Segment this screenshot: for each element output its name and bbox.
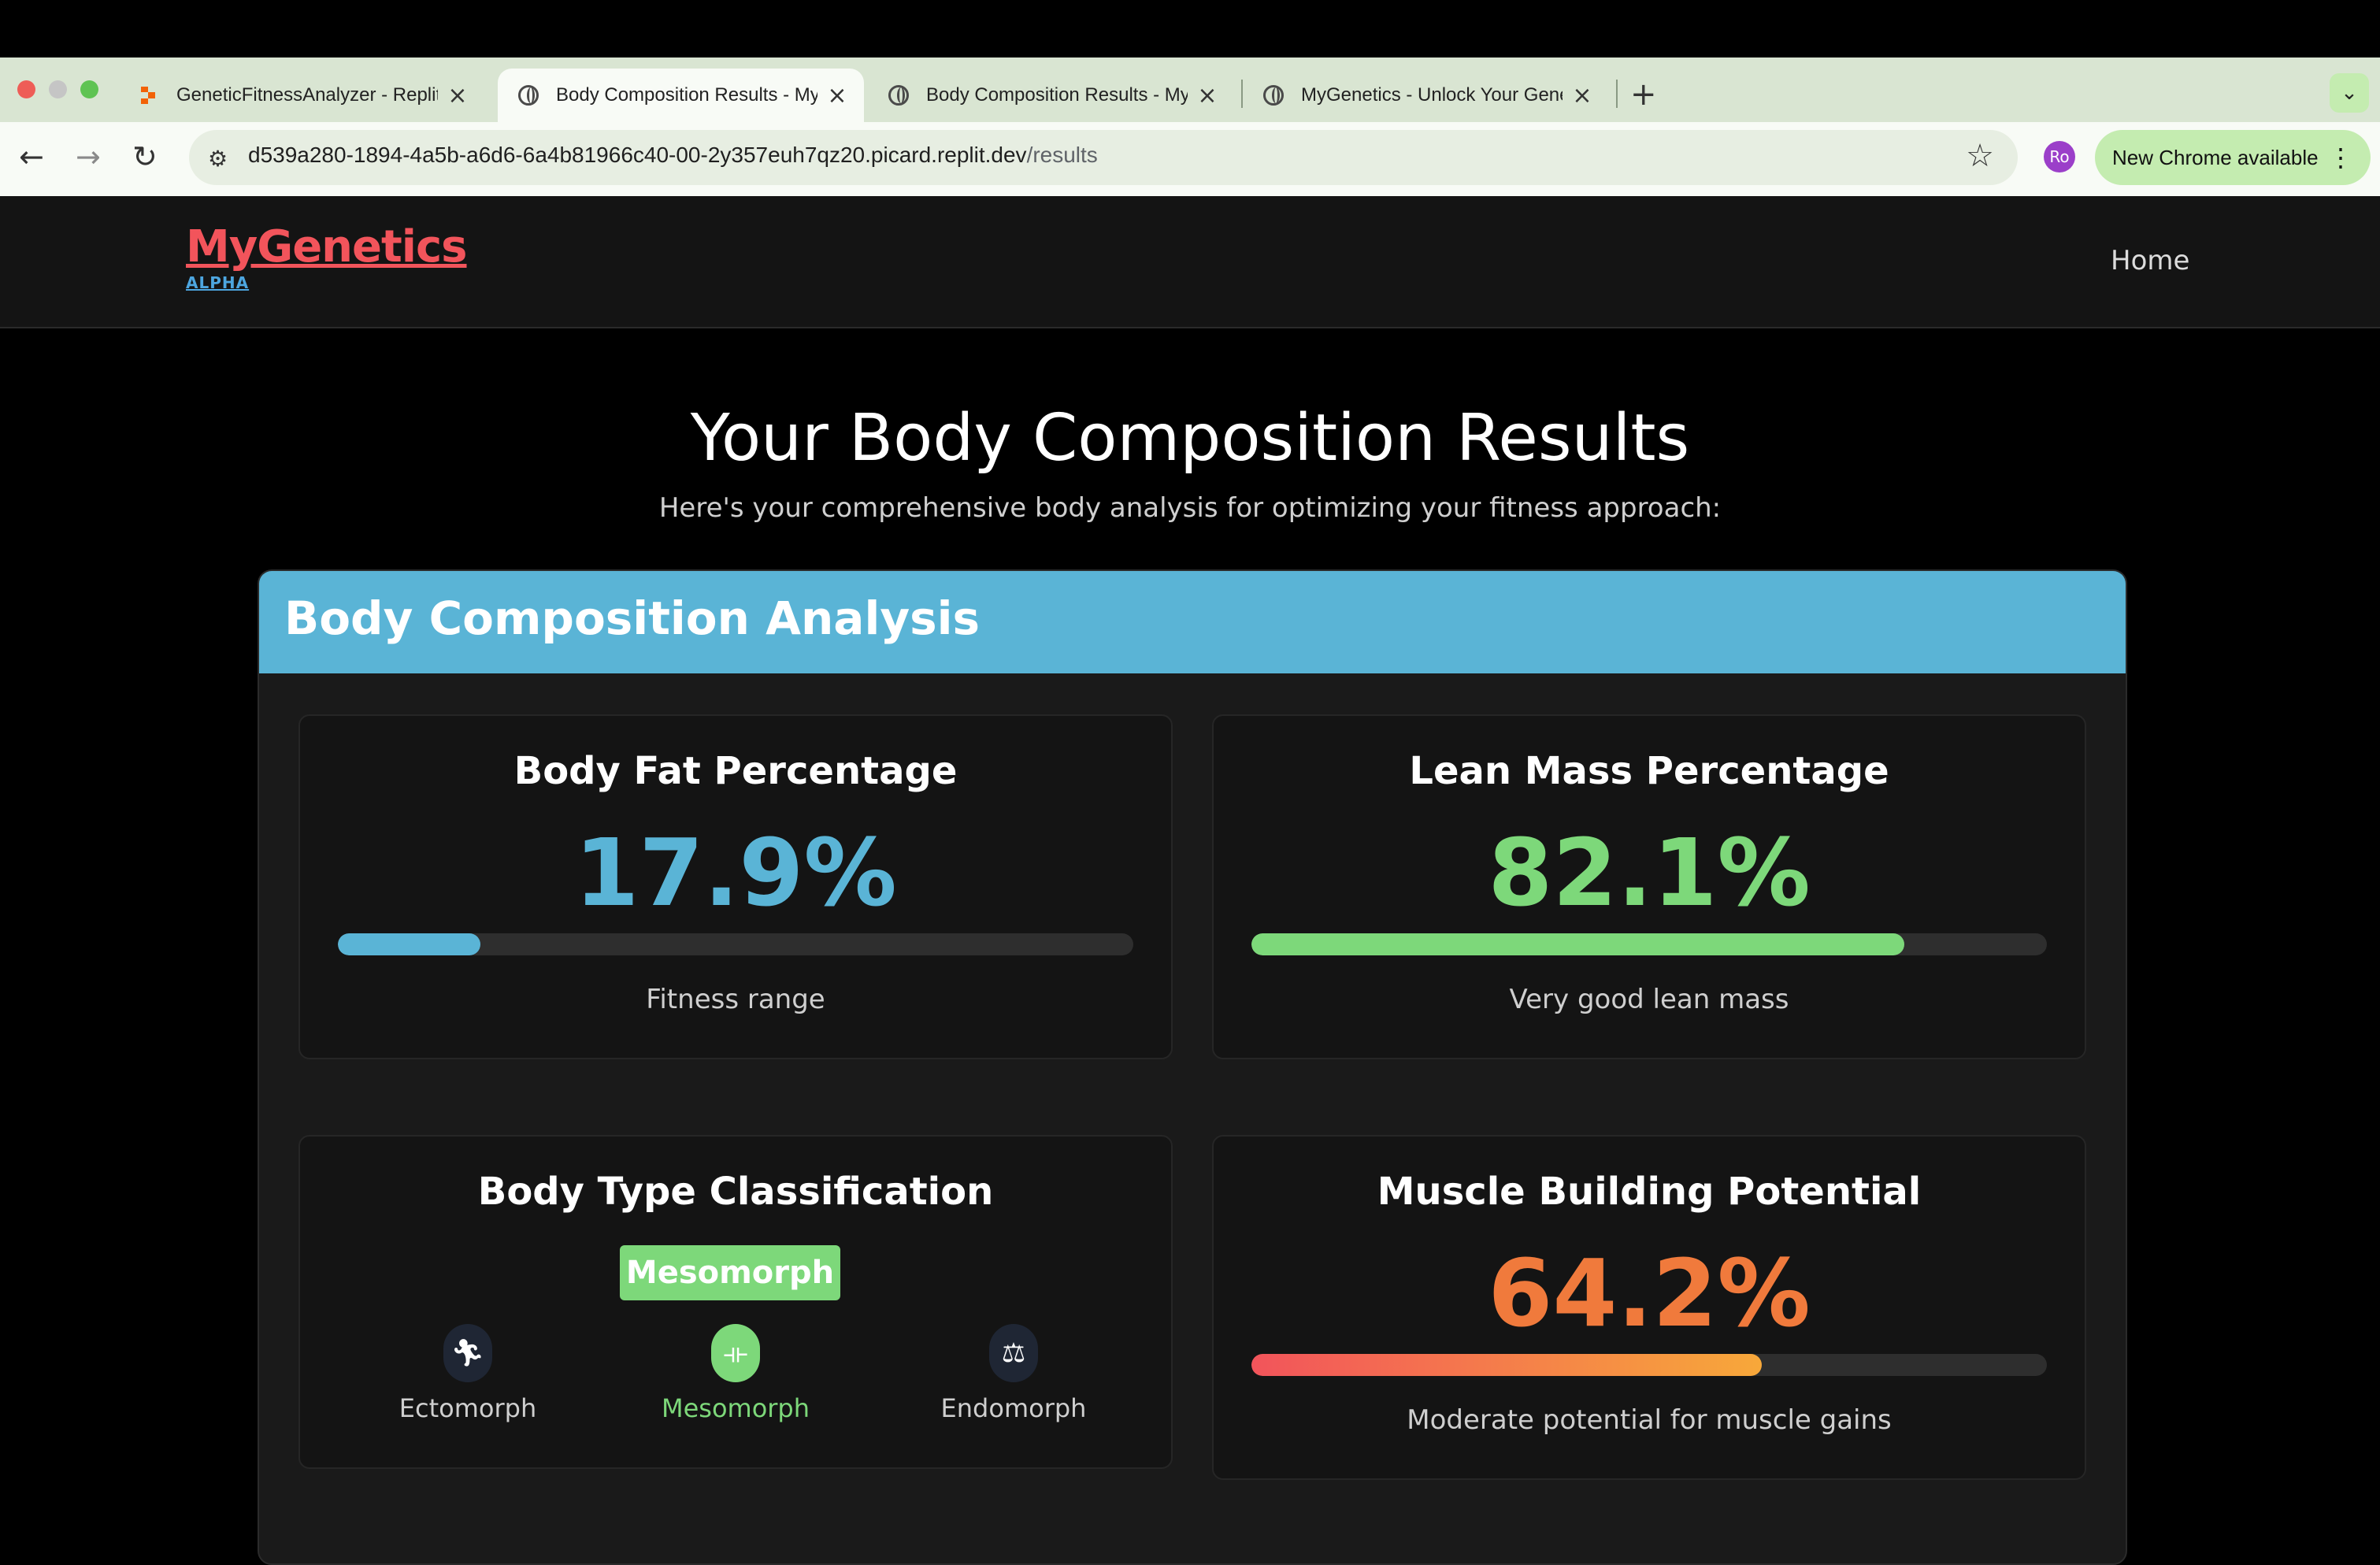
progress-fill xyxy=(1251,933,1905,955)
globe-icon xyxy=(888,85,909,106)
screen-top-bar xyxy=(0,0,2380,57)
card-title: Body Fat Percentage xyxy=(513,749,958,793)
progress-fill xyxy=(1251,1354,1763,1376)
tab-mygenetics[interactable]: MyGenetics - Unlock Your Genetic × xyxy=(1243,69,1609,122)
maximize-window-button[interactable] xyxy=(80,80,98,98)
card-title: Lean Mass Percentage xyxy=(1409,749,1889,793)
forward-arrow-icon[interactable]: → xyxy=(76,139,101,174)
bookmark-star-icon[interactable]: ☆ xyxy=(1966,138,1994,174)
panel-header: Body Composition Analysis xyxy=(259,571,2126,673)
globe-icon xyxy=(518,85,539,106)
more-menu-icon: ⋮ xyxy=(2328,143,2353,172)
card-title: Muscle Building Potential xyxy=(1377,1170,1922,1214)
page-title: Your Body Composition Results xyxy=(690,401,1690,476)
reload-icon[interactable]: ↻ xyxy=(132,139,158,174)
body-type-label: Endomorph xyxy=(940,1393,1087,1423)
tab-separator xyxy=(1616,80,1618,108)
tab-body-composition[interactable]: Body Composition Results - MyGenetics × xyxy=(868,69,1234,122)
body-type-mesomorph: ⟛ Mesomorph xyxy=(641,1324,830,1423)
site-info-icon[interactable]: ⚙ xyxy=(208,146,228,172)
tab-close-icon[interactable]: × xyxy=(1570,82,1594,109)
site-logo[interactable]: MyGenetics xyxy=(186,221,468,273)
tab-replit[interactable]: GeneticFitnessAnalyzer - Replit × xyxy=(118,69,488,122)
running-person-icon: 🏃︎ xyxy=(443,1324,492,1382)
window-controls xyxy=(17,80,98,98)
tab-title: Body Composition Results - MyGenetics xyxy=(926,84,1188,106)
replit-icon xyxy=(139,85,159,106)
body-fat-value: 17.9% xyxy=(574,818,897,927)
browser-chrome: GeneticFitnessAnalyzer - Replit × Body C… xyxy=(0,57,2380,196)
alpha-badge: ALPHA xyxy=(186,273,250,292)
muscle-potential-note: Moderate potential for muscle gains xyxy=(1407,1404,1892,1436)
tab-title: Body Composition Results - MyGenetics xyxy=(556,84,817,106)
tab-strip: GeneticFitnessAnalyzer - Replit × Body C… xyxy=(0,57,2380,122)
body-type-endomorph: ⚖ Endomorph xyxy=(919,1324,1108,1423)
tab-close-icon[interactable]: × xyxy=(825,82,849,109)
page-subtitle: Here's your comprehensive body analysis … xyxy=(658,492,1722,524)
address-bar[interactable]: ⚙ d539a280-1894-4a5b-a6d6-6a4b81966c40-0… xyxy=(189,130,2018,185)
muscle-potential-progress-bar xyxy=(1251,1354,2047,1376)
lean-mass-card: Lean Mass Percentage 82.1% Very good lea… xyxy=(1212,714,2086,1059)
profile-avatar[interactable]: Ro xyxy=(2044,141,2075,172)
muscle-potential-value: 64.2% xyxy=(1488,1239,1811,1348)
body-type-card: Body Type Classification Mesomorph 🏃︎ Ec… xyxy=(298,1135,1173,1469)
tab-title: GeneticFitnessAnalyzer - Replit xyxy=(176,84,438,106)
update-label: New Chrome available xyxy=(2112,146,2319,169)
web-page: MyGenetics ALPHA Home Your Body Composit… xyxy=(0,196,2380,1565)
tab-title: MyGenetics - Unlock Your Genetic xyxy=(1301,84,1563,106)
new-tab-button[interactable]: + xyxy=(1630,76,1657,113)
close-window-button[interactable] xyxy=(17,80,35,98)
url-host: d539a280-1894-4a5b-a6d6-6a4b81966c40-00-… xyxy=(248,143,1027,167)
body-fat-card: Body Fat Percentage 17.9% Fitness range xyxy=(298,714,1173,1059)
minimize-window-button[interactable] xyxy=(49,80,67,98)
nav-home-link[interactable]: Home xyxy=(2111,245,2189,276)
tab-search-button[interactable]: ⌄ xyxy=(2330,73,2369,113)
site-header: MyGenetics ALPHA Home xyxy=(0,196,2380,328)
body-fat-note: Fitness range xyxy=(646,984,825,1015)
back-arrow-icon[interactable]: ← xyxy=(19,139,44,174)
progress-fill xyxy=(338,933,480,955)
panel-title: Body Composition Analysis xyxy=(284,592,981,645)
body-type-label: Ectomorph xyxy=(399,1393,537,1423)
muscle-potential-card: Muscle Building Potential 64.2% Moderate… xyxy=(1212,1135,2086,1480)
lean-mass-value: 82.1% xyxy=(1488,818,1811,927)
card-title: Body Type Classification xyxy=(477,1170,994,1214)
body-type-label: Mesomorph xyxy=(661,1393,810,1423)
body-fat-progress-bar xyxy=(338,933,1133,955)
url-text: d539a280-1894-4a5b-a6d6-6a4b81966c40-00-… xyxy=(248,143,1098,168)
tab-close-icon[interactable]: × xyxy=(446,82,469,109)
weight-scale-icon: ⚖ xyxy=(989,1324,1038,1382)
globe-icon xyxy=(1263,85,1284,106)
analysis-panel: Body Composition Analysis Body Fat Perce… xyxy=(258,569,2127,1565)
browser-toolbar: ← → ↻ ⚙ d539a280-1894-4a5b-a6d6-6a4b8196… xyxy=(0,122,2380,196)
dumbbell-icon: ⟛ xyxy=(711,1324,760,1382)
tab-close-icon[interactable]: × xyxy=(1196,82,1219,109)
body-type-ectomorph: 🏃︎ Ectomorph xyxy=(373,1324,562,1423)
url-path: /results xyxy=(1026,143,1098,167)
tab-body-composition-active[interactable]: Body Composition Results - MyGenetics × xyxy=(498,69,864,122)
update-chrome-button[interactable]: New Chrome available ⋮ xyxy=(2095,130,2371,185)
lean-mass-note: Very good lean mass xyxy=(1509,984,1789,1015)
body-type-badge: Mesomorph xyxy=(620,1245,840,1300)
lean-mass-progress-bar xyxy=(1251,933,2047,955)
